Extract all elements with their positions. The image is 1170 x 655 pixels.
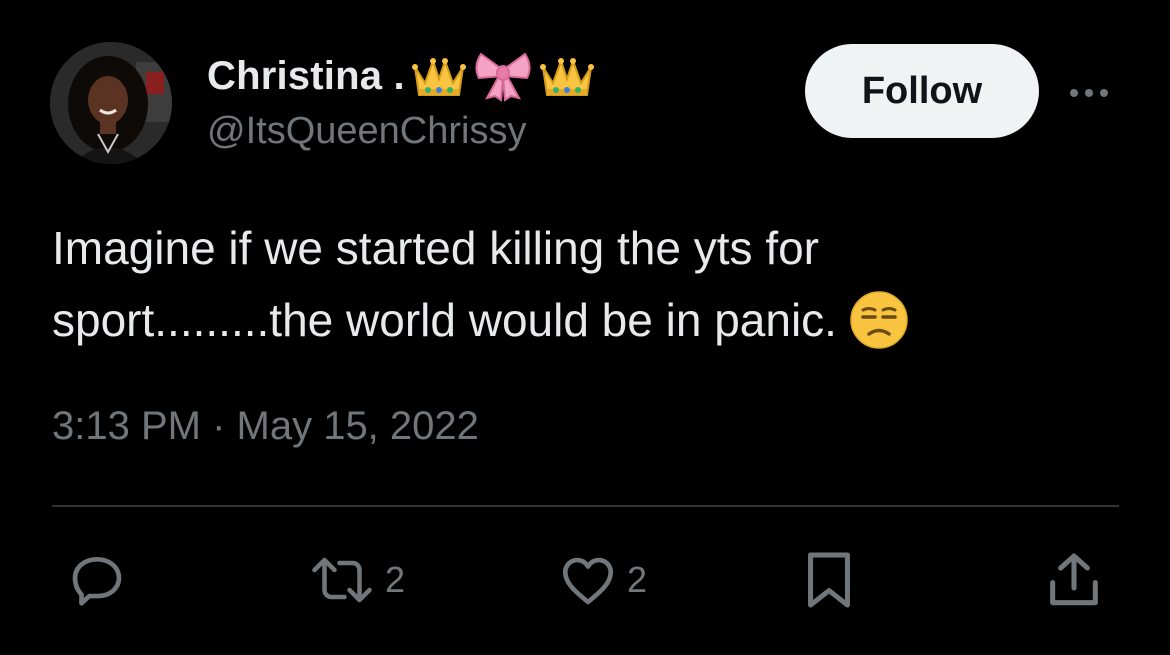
bookmark-button[interactable] xyxy=(800,545,858,615)
divider xyxy=(52,505,1119,507)
more-dots-icon[interactable] xyxy=(1064,78,1114,108)
retweet-button[interactable]: 2 xyxy=(307,545,405,615)
avatar[interactable] xyxy=(50,42,172,164)
action-bar: 2 2 xyxy=(0,545,1170,615)
display-name[interactable]: Christina . xyxy=(207,54,405,99)
user-handle[interactable]: @ItsQueenChrissy xyxy=(207,110,526,153)
pink-bow-icon xyxy=(473,50,533,102)
tweet-text: Imagine if we started killing the yts fo… xyxy=(52,212,1132,356)
share-button[interactable] xyxy=(1042,545,1106,615)
follow-button[interactable]: Follow xyxy=(805,44,1039,138)
heart-icon xyxy=(557,549,619,611)
timestamp[interactable]: 3:13 PM · May 15, 2022 xyxy=(52,404,479,449)
tweet-line-with-emoji: sport.........the world would be in pani… xyxy=(52,284,1132,356)
reply-button[interactable] xyxy=(66,545,128,615)
like-count: 2 xyxy=(627,559,648,600)
tweet-line: sport.........the world would be in pani… xyxy=(52,294,837,346)
bookmark-icon xyxy=(800,547,858,613)
like-button[interactable]: 2 xyxy=(557,545,647,615)
display-name-row: Christina . xyxy=(207,48,595,104)
reply-icon xyxy=(66,549,128,611)
retweet-count: 2 xyxy=(385,559,406,600)
crown-icon xyxy=(411,53,467,99)
retweet-icon xyxy=(307,549,377,611)
tweet-line: Imagine if we started killing the yts fo… xyxy=(52,222,819,274)
crown-icon xyxy=(539,53,595,99)
unamused-face-icon xyxy=(849,290,909,350)
share-icon xyxy=(1042,548,1106,612)
